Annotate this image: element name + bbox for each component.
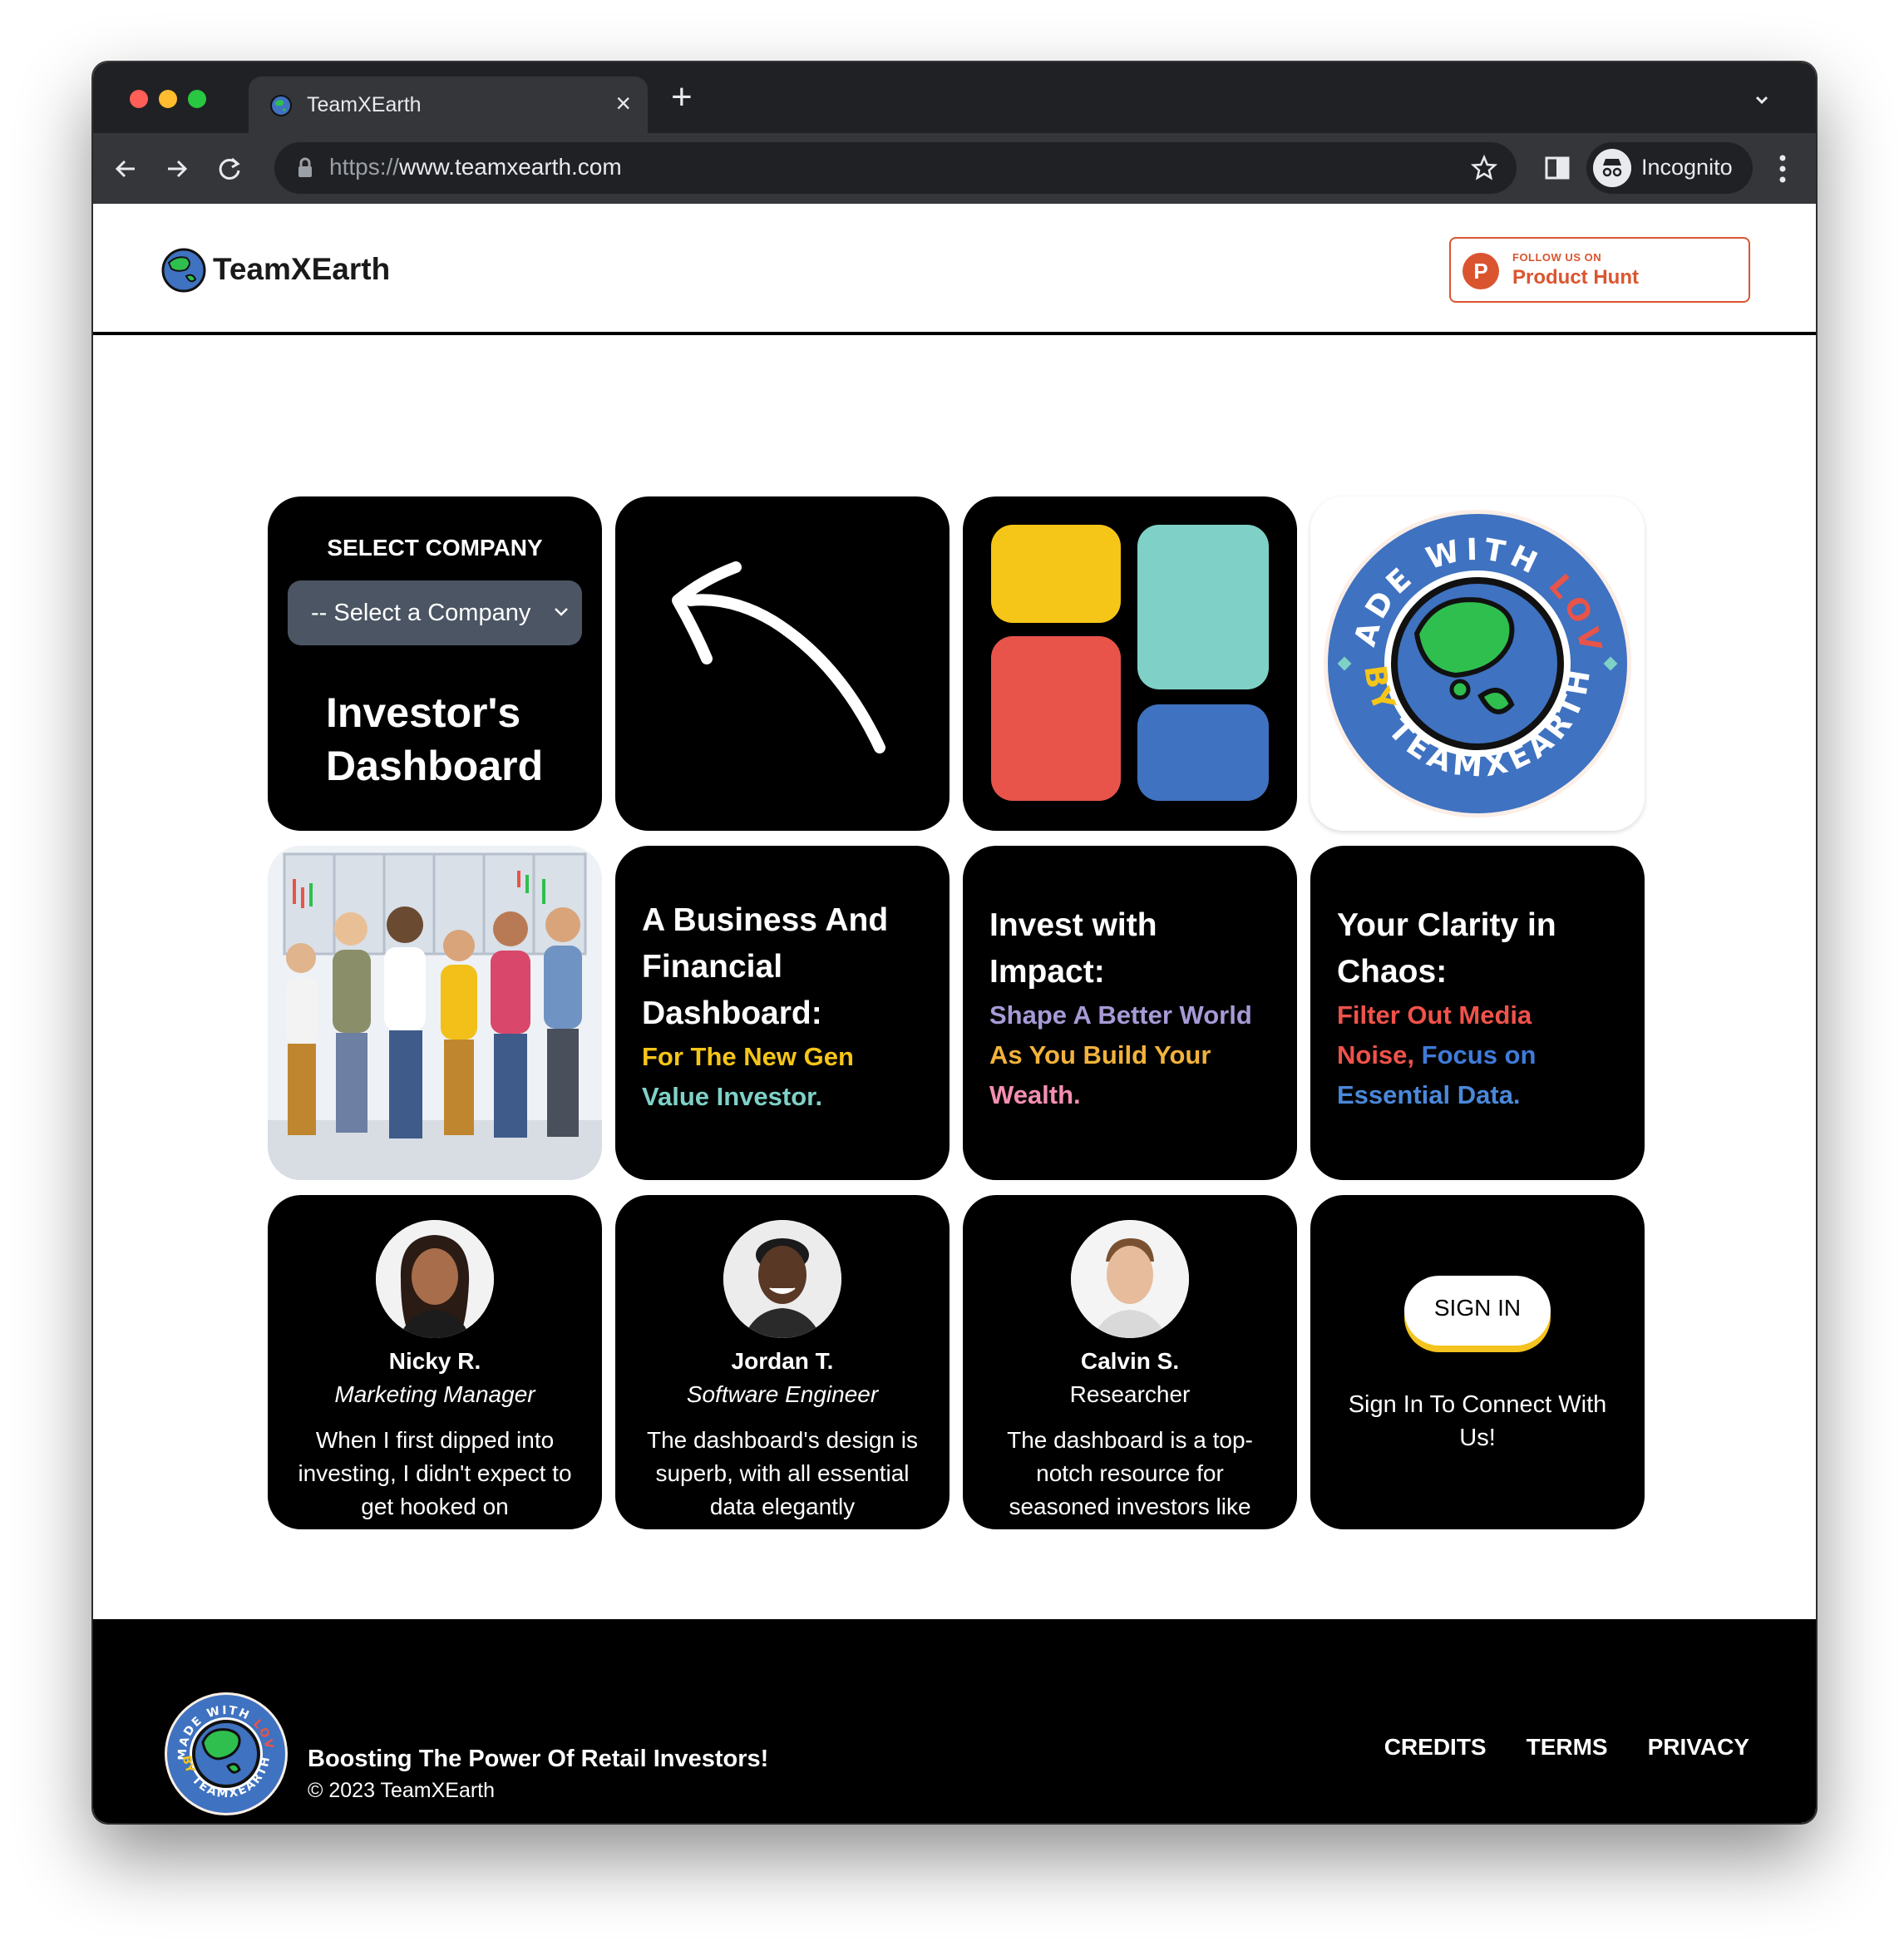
- url-text: https://www.teamxearth.com: [329, 154, 622, 180]
- teal-tile: [1137, 525, 1269, 689]
- feature-text-clarity: Your Clarity in Chaos: Filter Out Media …: [1337, 907, 1556, 1109]
- side-panel-icon[interactable]: [1542, 153, 1572, 183]
- sign-in-text: Sign In To Connect With Us!: [1348, 1391, 1607, 1451]
- investors-illustration-card: [268, 846, 602, 1180]
- browser-window: TeamXEarth × + https://www.teamxearth.co…: [93, 62, 1816, 1823]
- bookmark-star-icon[interactable]: [1470, 154, 1498, 182]
- incognito-icon: [1593, 149, 1631, 187]
- reload-icon[interactable]: [212, 151, 247, 186]
- testimonial-name: Nicky R.: [388, 1348, 481, 1374]
- incognito-label: Incognito: [1641, 155, 1733, 180]
- tab-title: TeamXEarth: [307, 93, 422, 116]
- brand-name: TeamXEarth: [213, 252, 391, 286]
- color-tiles-card: [963, 496, 1297, 831]
- red-tile: [991, 636, 1121, 801]
- footer-tagline: Boosting The Power Of Retail Investors!: [308, 1746, 769, 1772]
- blue-tile: [1137, 704, 1269, 801]
- company-select-value: -- Select a Company: [311, 600, 531, 626]
- yellow-tile: [991, 525, 1121, 623]
- forward-arrow-icon[interactable]: [160, 151, 195, 186]
- sign-in-button[interactable]: SIGN IN: [1404, 1276, 1551, 1346]
- testimonial-quote: The dashboard is a top-notch resource fo…: [1007, 1427, 1253, 1519]
- product-hunt-badge[interactable]: P FOLLOW US ON Product Hunt: [1449, 237, 1750, 303]
- made-with-love-badge-icon: MADE WITH LOVE BY TEAMXEARTH: [163, 1691, 288, 1815]
- web-page: TeamXEarth P FOLLOW US ON Product Hunt S…: [93, 204, 1816, 1823]
- testimonial-name: Jordan T.: [731, 1348, 834, 1374]
- feature-card-business: A Business And Financial Dashboard: For …: [615, 846, 950, 1180]
- avatar: [723, 1220, 841, 1338]
- product-hunt-small-text: FOLLOW US ON: [1512, 251, 1602, 264]
- testimonial-card: Nicky R. Marketing Manager When I first …: [268, 1195, 602, 1529]
- terms-link[interactable]: TERMS: [1527, 1734, 1608, 1761]
- testimonial-role: Software Engineer: [686, 1381, 879, 1407]
- company-select[interactable]: -- Select a Company: [288, 580, 582, 645]
- product-hunt-logo-icon: P: [1463, 253, 1499, 289]
- dashboard-title: Investor's Dashboard: [326, 689, 544, 789]
- tab-bar: TeamXEarth × +: [93, 62, 1816, 133]
- avatar: [376, 1220, 494, 1338]
- chevron-down-icon[interactable]: [1749, 87, 1774, 112]
- testimonial-role: Marketing Manager: [334, 1381, 535, 1407]
- testimonial-quote: The dashboard's design is superb, with a…: [647, 1427, 918, 1519]
- browser-toolbar: https://www.teamxearth.com Incognito: [93, 133, 1816, 204]
- close-window-button[interactable]: [130, 90, 148, 108]
- back-arrow-icon[interactable]: [108, 151, 143, 186]
- site-footer: MADE WITH LOVE BY TEAMXEARTH Boosting Th…: [93, 1619, 1816, 1823]
- testimonial-card: Jordan T. Software Engineer The dashboar…: [615, 1195, 950, 1529]
- more-menu-icon[interactable]: [1778, 151, 1788, 186]
- privacy-link[interactable]: PRIVACY: [1648, 1734, 1749, 1761]
- address-bar[interactable]: https://www.teamxearth.com: [274, 142, 1517, 194]
- minimize-window-button[interactable]: [159, 90, 177, 108]
- maximize-window-button[interactable]: [188, 90, 206, 108]
- arrow-card: [615, 496, 950, 831]
- hand-drawn-arrow-icon: [672, 561, 885, 753]
- globe-favicon-icon: [270, 95, 292, 116]
- testimonial-name: Calvin S.: [1080, 1348, 1180, 1374]
- close-tab-icon[interactable]: ×: [615, 88, 631, 119]
- incognito-profile-button[interactable]: Incognito: [1586, 142, 1753, 194]
- testimonial-card: Calvin S. Researcher The dashboard is a …: [963, 1195, 1297, 1529]
- footer-copyright: © 2023 TeamXEarth: [308, 1779, 496, 1802]
- footer-links: CREDITS TERMS PRIVACY: [1384, 1734, 1749, 1761]
- product-hunt-label: Product Hunt: [1512, 266, 1639, 289]
- feature-card-clarity: Your Clarity in Chaos: Filter Out Media …: [1310, 846, 1645, 1180]
- browser-tab[interactable]: TeamXEarth ×: [249, 77, 648, 133]
- chevron-down-icon: [555, 608, 568, 616]
- testimonial-role: Researcher: [1069, 1381, 1191, 1407]
- made-with-love-badge-card: MADE WITH LOVE BY TEAMXEARTH: [1310, 496, 1645, 831]
- lock-icon[interactable]: [296, 157, 314, 179]
- investors-group-illustration: [268, 846, 602, 1180]
- site-header: TeamXEarth P FOLLOW US ON Product Hunt: [93, 204, 1816, 335]
- credits-link[interactable]: CREDITS: [1384, 1734, 1487, 1761]
- feature-card-impact: Invest with Impact: Shape A Better World…: [963, 846, 1297, 1180]
- testimonial-quote: When I first dipped into investing, I di…: [298, 1427, 572, 1519]
- signin-card: SIGN IN Sign In To Connect With Us!: [1310, 1195, 1645, 1529]
- globe-logo-icon: [161, 248, 206, 293]
- dashboard-card: SELECT COMPANY -- Select a Company Inves…: [268, 496, 602, 831]
- made-with-love-badge-icon: MADE WITH LOVE BY TEAMXEARTH: [1310, 496, 1631, 817]
- feature-text-business: A Business And Financial Dashboard: For …: [642, 902, 889, 1111]
- avatar: [1071, 1220, 1189, 1338]
- new-tab-icon[interactable]: +: [671, 79, 693, 116]
- select-company-label: SELECT COMPANY: [327, 535, 543, 561]
- feature-text-impact: Invest with Impact: Shape A Better World…: [989, 907, 1252, 1109]
